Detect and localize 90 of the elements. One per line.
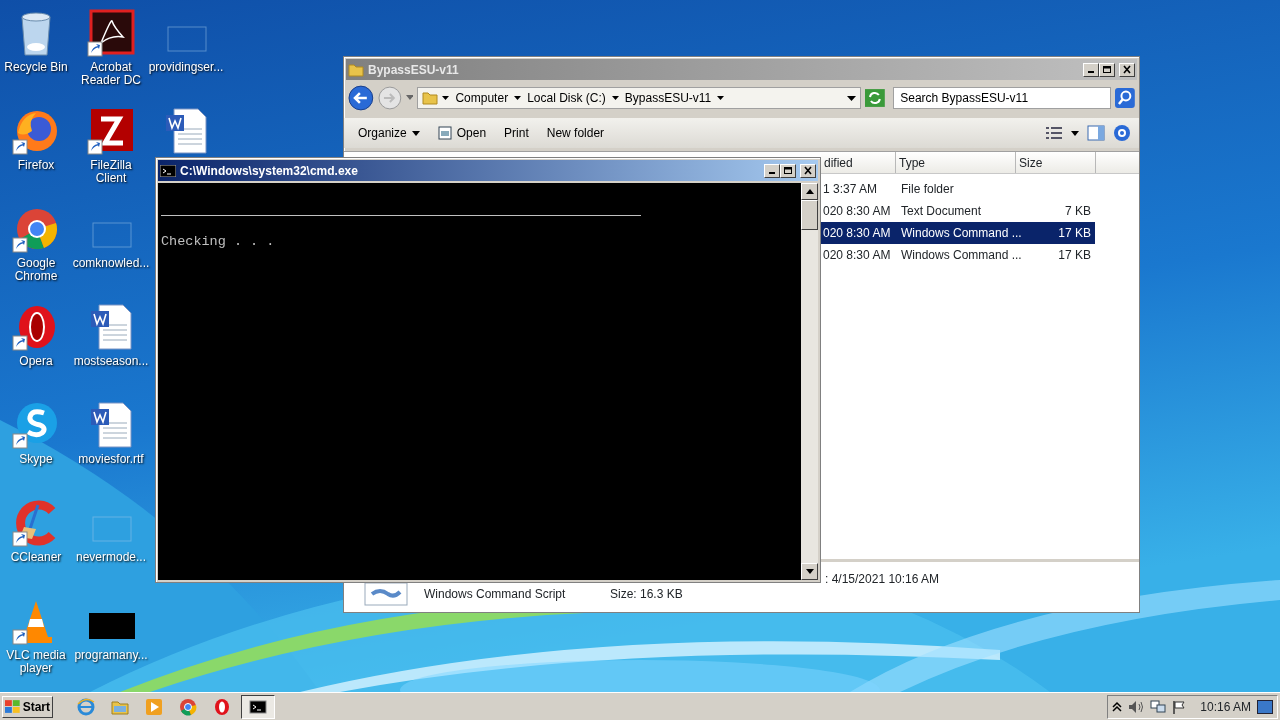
console-text: Checking . . . [161, 233, 276, 251]
show-desktop-button[interactable] [1257, 699, 1273, 714]
maximize-icon [1102, 65, 1112, 74]
table-cell-text: 020 8:30 AM [822, 247, 892, 264]
close-icon [1122, 65, 1132, 74]
speaker-icon[interactable] [1128, 699, 1145, 714]
chat-icon[interactable] [12, 401, 60, 449]
file-row[interactable]: 020 8:30 AM Text Document 7 KB [821, 200, 1095, 222]
view-icon[interactable] [1045, 126, 1063, 140]
table-cell-text: 17 KB [1057, 247, 1092, 264]
caret-icon[interactable] [717, 96, 725, 100]
console-icon [249, 697, 267, 716]
start-button[interactable]: Start [2, 695, 53, 718]
toolbar-button[interactable]: New folder [540, 122, 611, 144]
address-bar[interactable]: Computer Local Disk (C:) BypassESU-v11 [417, 87, 862, 109]
browser-icon [77, 697, 95, 716]
table-cell-text: 020 8:30 AM [822, 203, 892, 220]
help-icon[interactable] [1113, 124, 1131, 142]
maximize-icon [783, 166, 793, 175]
icon-label[interactable]: FileZilla Client [74, 159, 148, 185]
detail-text: Size: 16.3 KB [610, 586, 683, 603]
breadcrumb-item[interactable]: Computer [453, 89, 511, 107]
folder-icon [422, 90, 439, 106]
arrow-up-icon [805, 189, 814, 194]
toolbar-button[interactable]: Print [498, 122, 535, 144]
caret-icon[interactable] [611, 96, 619, 100]
dropdown-icon[interactable] [847, 96, 857, 102]
browser-icon [179, 697, 197, 716]
refresh-button[interactable] [865, 89, 886, 107]
caret-icon[interactable] [442, 96, 450, 100]
table-cell-text: Text Document [900, 203, 983, 220]
scroll-up-button[interactable] [801, 183, 818, 200]
file-row[interactable]: 020 8:30 AM Windows Command ... 17 KB [821, 222, 1095, 244]
search-field[interactable]: Search BypassESU-v11 [893, 87, 1112, 109]
browser-icon [213, 697, 231, 716]
toolbar-button[interactable]: Open [431, 122, 493, 144]
back-button[interactable] [348, 85, 374, 111]
window-icon [437, 126, 452, 140]
icon-label[interactable]: mostseason... [73, 355, 149, 368]
icon-label[interactable]: Google Chrome [0, 257, 73, 283]
taskbar-button[interactable] [241, 694, 275, 719]
icon-label[interactable]: comknowled... [72, 257, 150, 270]
scrollbar-thumb[interactable] [801, 200, 818, 230]
table-cell-text: 7 KB [1064, 203, 1092, 220]
dropdown-icon[interactable] [1071, 130, 1079, 136]
window-title: BypassESU-v11 [368, 61, 459, 79]
icon-label[interactable]: Firefox [17, 159, 55, 172]
search-button[interactable] [1115, 88, 1135, 108]
breadcrumb-item[interactable]: Local Disk (C:) [525, 89, 608, 107]
close-button[interactable] [800, 163, 816, 178]
icon-label[interactable]: Opera [19, 355, 53, 368]
arrow-down-icon [805, 569, 814, 574]
console-icon [160, 164, 176, 177]
maximize-button[interactable] [1099, 62, 1115, 77]
windows-logo-icon [5, 699, 21, 714]
column-header[interactable]: Type [896, 152, 1016, 173]
icon-label[interactable]: providingser... [148, 61, 224, 74]
maximize-button[interactable] [780, 163, 796, 178]
chevron-up-icon[interactable] [1112, 700, 1123, 713]
flag-icon[interactable] [1172, 699, 1187, 714]
pdf-icon[interactable] [87, 9, 135, 57]
detail-text: Windows Command Script [424, 586, 567, 603]
icon-label[interactable]: Acrobat Reader DC [74, 61, 148, 87]
minimize-button[interactable] [764, 163, 780, 178]
caret-icon [411, 130, 420, 136]
network-icon[interactable] [1150, 699, 1167, 714]
file-row[interactable]: 1 3:37 AM File folder [821, 178, 1095, 200]
close-button[interactable] [1119, 62, 1135, 77]
minimize-button[interactable] [1083, 62, 1099, 77]
window-title: C:\Windows\system32\cmd.exe [180, 162, 358, 180]
close-icon [803, 166, 813, 175]
table-cell-text: Windows Command ... [900, 225, 1023, 242]
breadcrumb-item[interactable]: BypassESU-v11 [622, 89, 714, 107]
icon-label[interactable]: moviesfor.rtf [78, 453, 144, 466]
table-cell-text: Windows Command ... [900, 247, 1023, 264]
table-cell-text: 1 3:37 AM [822, 181, 879, 198]
folder-icon [348, 61, 364, 78]
script-file-icon [364, 582, 408, 606]
media-player-icon [145, 697, 163, 716]
file-row[interactable]: 020 8:30 AM Windows Command ... 17 KB [821, 244, 1095, 266]
detail-text: : 4/15/2021 10:16 AM [825, 571, 940, 588]
caret-icon[interactable] [514, 96, 522, 100]
preview-pane-icon[interactable] [1087, 125, 1105, 141]
icon-label[interactable]: Recycle Bin [4, 61, 68, 74]
table-cell-text: 17 KB [1057, 225, 1092, 242]
toolbar-button[interactable]: Organize [352, 122, 426, 144]
table-cell-text: 020 8:30 AM [822, 225, 892, 242]
scroll-down-button[interactable] [801, 563, 818, 580]
column-header[interactable]: Size [1016, 152, 1096, 173]
table-cell-text: File folder [900, 181, 955, 198]
